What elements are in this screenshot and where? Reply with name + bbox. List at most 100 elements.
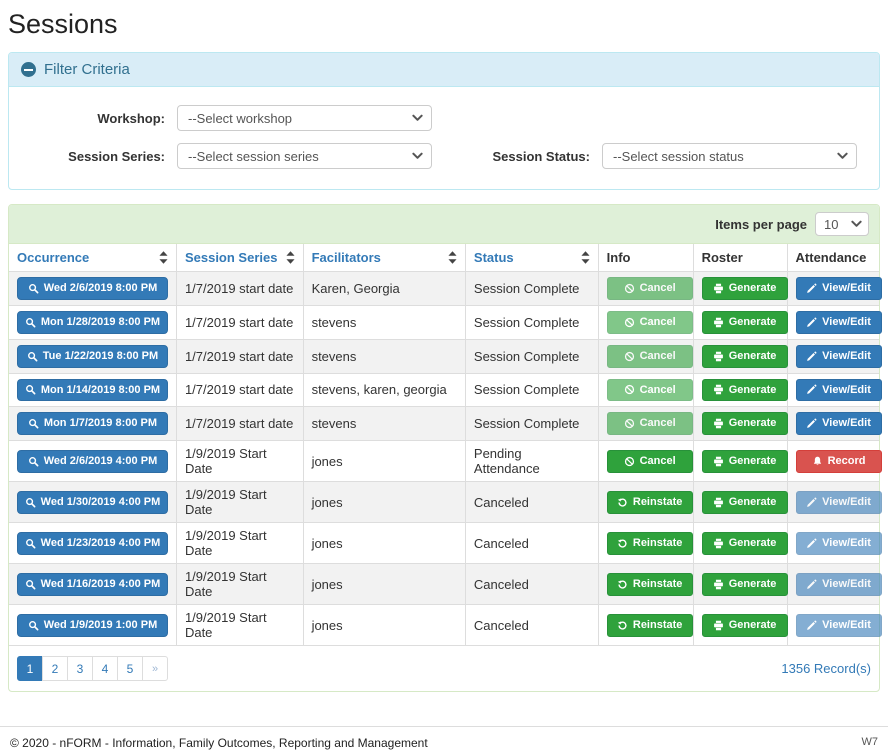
occurrence-wed-2-6-2019-4-00-pm-button[interactable]: Wed 2/6/2019 4:00 PM (17, 450, 168, 473)
ban-icon (624, 283, 635, 294)
column-header-facilitators[interactable]: Facilitators (303, 244, 465, 272)
attendance-cell: View/Edit (787, 482, 879, 523)
pagination-page-1-button[interactable]: 1 (17, 656, 43, 681)
session-row: Tue 1/22/2019 8:00 PM1/7/2019 start date… (9, 339, 879, 373)
facilitators-cell: stevens, karen, georgia (303, 373, 465, 407)
column-label: Attendance (796, 250, 867, 265)
status-cell: Session Complete (465, 272, 598, 306)
search-icon (28, 418, 39, 429)
session-series-cell: 1/9/2019 Start Date (176, 482, 303, 523)
attendance-view-edit-button[interactable]: View/Edit (796, 379, 882, 402)
spacer (444, 105, 869, 131)
items-per-page-select[interactable]: 10 (815, 212, 869, 236)
session-series-select[interactable]: --Select session series (177, 143, 432, 169)
pagination-page-5-button[interactable]: 5 (117, 656, 143, 681)
roster-generate-button[interactable]: Generate (702, 412, 788, 435)
info-reinstate-button[interactable]: Reinstate (607, 614, 693, 637)
info-cell: Cancel (598, 272, 693, 306)
column-header-occurrence[interactable]: Occurrence (9, 244, 176, 272)
roster-generate-button[interactable]: Generate (702, 573, 788, 596)
attendance-view-edit-button[interactable]: View/Edit (796, 277, 882, 300)
sort-icon[interactable] (286, 251, 295, 264)
info-cell: Cancel (598, 441, 693, 482)
printer-icon (713, 456, 724, 467)
roster-generate-button[interactable]: Generate (702, 345, 788, 368)
chevron-down-icon (837, 152, 848, 160)
session-row: Wed 1/16/2019 4:00 PM1/9/2019 Start Date… (9, 564, 879, 605)
occurrence-wed-1-9-2019-1-00-pm-button[interactable]: Wed 1/9/2019 1:00 PM (17, 614, 168, 637)
roster-generate-button[interactable]: Generate (702, 379, 788, 402)
sort-icon[interactable] (159, 251, 168, 264)
roster-generate-button[interactable]: Generate (702, 450, 788, 473)
button-label: Reinstate (633, 495, 683, 510)
roster-generate-button[interactable]: Generate (702, 277, 788, 300)
occurrence-mon-1-7-2019-8-00-pm-button[interactable]: Mon 1/7/2019 8:00 PM (17, 412, 168, 435)
facilitators-cell: stevens (303, 305, 465, 339)
items-per-page-value: 10 (824, 217, 838, 232)
occurrence-mon-1-28-2019-8-00-pm-button[interactable]: Mon 1/28/2019 8:00 PM (17, 311, 168, 334)
bell-icon (812, 456, 823, 467)
info-cancel-button: Cancel (607, 379, 693, 402)
roster-cell: Generate (693, 564, 787, 605)
filter-panel-header[interactable]: Filter Criteria (9, 53, 879, 87)
roster-generate-button[interactable]: Generate (702, 614, 788, 637)
attendance-view-edit-button: View/Edit (796, 573, 882, 596)
roster-generate-button[interactable]: Generate (702, 491, 788, 514)
occurrence-tue-1-22-2019-8-00-pm-button[interactable]: Tue 1/22/2019 8:00 PM (17, 345, 168, 368)
pagination-page-4-button[interactable]: 4 (92, 656, 118, 681)
status-cell: Canceled (465, 523, 598, 564)
info-cancel-button[interactable]: Cancel (607, 450, 693, 473)
occurrence-mon-1-14-2019-8-00-pm-button[interactable]: Mon 1/14/2019 8:00 PM (17, 379, 168, 402)
status-cell: Pending Attendance (465, 441, 598, 482)
status-cell: Session Complete (465, 373, 598, 407)
chevron-down-icon (851, 220, 862, 228)
attendance-record-button[interactable]: Record (796, 450, 882, 473)
occurrence-wed-1-23-2019-4-00-pm-button[interactable]: Wed 1/23/2019 4:00 PM (17, 532, 168, 555)
button-label: Cancel (640, 315, 676, 330)
facilitators-cell: stevens (303, 339, 465, 373)
button-label: View/Edit (822, 416, 871, 431)
info-reinstate-button[interactable]: Reinstate (607, 532, 693, 555)
pagination-page-2-button[interactable]: 2 (42, 656, 68, 681)
session-series-select-value: --Select session series (188, 149, 319, 164)
workshop-select[interactable]: --Select workshop (177, 105, 432, 131)
ban-icon (624, 384, 635, 395)
pagination-page-3-button[interactable]: 3 (67, 656, 93, 681)
status-cell: Session Complete (465, 305, 598, 339)
column-label: Facilitators (312, 250, 381, 265)
roster-cell: Generate (693, 272, 787, 306)
column-label: Session Series (185, 250, 278, 265)
attendance-view-edit-button[interactable]: View/Edit (796, 345, 882, 368)
sort-icon[interactable] (581, 251, 590, 264)
button-label: Reinstate (633, 618, 683, 633)
session-status-field: Session Status: --Select session status (444, 143, 869, 169)
roster-generate-button[interactable]: Generate (702, 311, 788, 334)
info-reinstate-button[interactable]: Reinstate (607, 491, 693, 514)
session-row: Wed 2/6/2019 4:00 PM1/9/2019 Start Datej… (9, 441, 879, 482)
pencil-icon (806, 384, 817, 395)
roster-generate-button[interactable]: Generate (702, 532, 788, 555)
button-label: Mon 1/7/2019 8:00 PM (44, 416, 157, 431)
info-reinstate-button[interactable]: Reinstate (607, 573, 693, 596)
attendance-view-edit-button[interactable]: View/Edit (796, 412, 882, 435)
column-header-info: Info (598, 244, 693, 272)
session-row: Mon 1/28/2019 8:00 PM1/7/2019 start date… (9, 305, 879, 339)
facilitators-cell: Karen, Georgia (303, 272, 465, 306)
sort-icon[interactable] (448, 251, 457, 264)
session-status-label: Session Status: (444, 149, 602, 164)
attendance-view-edit-button[interactable]: View/Edit (796, 311, 882, 334)
button-label: View/Edit (822, 281, 871, 296)
column-header-session-series[interactable]: Session Series (176, 244, 303, 272)
occurrence-wed-2-6-2019-8-00-pm-button[interactable]: Wed 2/6/2019 8:00 PM (17, 277, 168, 300)
session-status-select[interactable]: --Select session status (602, 143, 857, 169)
occurrence-wed-1-16-2019-4-00-pm-button[interactable]: Wed 1/16/2019 4:00 PM (17, 573, 168, 596)
search-icon (25, 538, 36, 549)
facilitators-cell: jones (303, 441, 465, 482)
button-label: View/Edit (822, 349, 871, 364)
pagination-next-button[interactable]: » (142, 656, 168, 681)
column-header-status[interactable]: Status (465, 244, 598, 272)
occurrence-wed-1-30-2019-4-00-pm-button[interactable]: Wed 1/30/2019 4:00 PM (17, 491, 168, 514)
minus-circle-icon[interactable] (21, 62, 36, 77)
attendance-cell: View/Edit (787, 305, 879, 339)
session-row: Wed 1/9/2019 1:00 PM1/9/2019 Start Datej… (9, 605, 879, 646)
